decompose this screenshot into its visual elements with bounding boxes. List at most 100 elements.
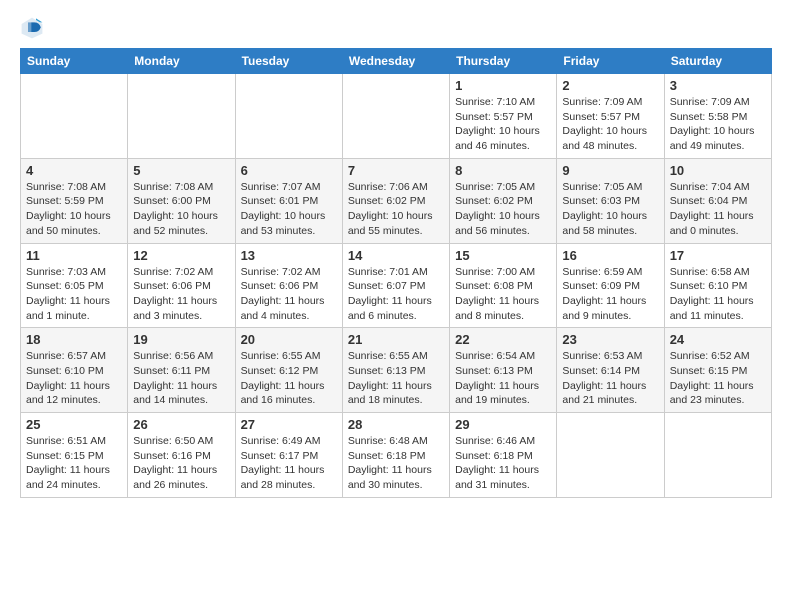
day-info: Sunrise: 6:57 AMSunset: 6:10 PMDaylight:… — [26, 349, 122, 408]
calendar-cell: 2Sunrise: 7:09 AMSunset: 5:57 PMDaylight… — [557, 74, 664, 159]
day-info: Sunrise: 7:08 AMSunset: 6:00 PMDaylight:… — [133, 180, 229, 239]
page-header — [20, 16, 772, 40]
calendar-cell: 19 Sunrise: 6:56 AMSunset: 6:11 PMDayligh… — [128, 328, 235, 413]
logo — [20, 16, 48, 40]
calendar-cell — [664, 413, 771, 498]
day-number: 20 — [241, 332, 337, 347]
day-info: Sunrise: 7:04 AMSunset: 6:04 PMDaylight:… — [670, 180, 766, 239]
calendar-cell: 18 Sunrise: 6:57 AMSunset: 6:10 PMDayligh… — [21, 328, 128, 413]
day-info: Sunrise: 6:58 AMSunset: 6:10 PMDaylight:… — [670, 265, 766, 324]
day-number: 22 — [455, 332, 551, 347]
day-info: Sunrise: 7:10 AMSunset: 5:57 PMDaylight:… — [455, 95, 551, 154]
calendar-cell: 28 Sunrise: 6:48 AMSunset: 6:18 PMDayligh… — [342, 413, 449, 498]
calendar-row-week-3: 11 Sunrise: 7:03 AMSunset: 6:05 PMDayligh… — [21, 243, 772, 328]
day-number: 8 — [455, 163, 551, 178]
day-number: 17 — [670, 248, 766, 263]
calendar-cell: 22 Sunrise: 6:54 AMSunset: 6:13 PMDayligh… — [450, 328, 557, 413]
day-info: Sunrise: 6:46 AMSunset: 6:18 PMDaylight:… — [455, 434, 551, 493]
day-info: Sunrise: 6:55 AMSunset: 6:13 PMDaylight:… — [348, 349, 444, 408]
day-info: Sunrise: 7:05 AMSunset: 6:02 PMDaylight:… — [455, 180, 551, 239]
day-info: Sunrise: 7:09 AMSunset: 5:58 PMDaylight:… — [670, 95, 766, 154]
day-info: Sunrise: 6:55 AMSunset: 6:12 PMDaylight:… — [241, 349, 337, 408]
day-number: 19 — [133, 332, 229, 347]
column-header-sunday: Sunday — [21, 49, 128, 74]
calendar-cell: 25Sunrise: 6:51 AMSunset: 6:15 PMDayligh… — [21, 413, 128, 498]
day-info: Sunrise: 7:02 AMSunset: 6:06 PMDaylight:… — [241, 265, 337, 324]
calendar-cell — [557, 413, 664, 498]
day-number: 28 — [348, 417, 444, 432]
calendar-cell: 21 Sunrise: 6:55 AMSunset: 6:13 PMDayligh… — [342, 328, 449, 413]
calendar-cell: 24 Sunrise: 6:52 AMSunset: 6:15 PMDayligh… — [664, 328, 771, 413]
day-info: Sunrise: 7:02 AMSunset: 6:06 PMDaylight:… — [133, 265, 229, 324]
calendar-row-week-1: 1 Sunrise: 7:10 AMSunset: 5:57 PMDaylight… — [21, 74, 772, 159]
calendar-cell: 12 Sunrise: 7:02 AMSunset: 6:06 PMDayligh… — [128, 243, 235, 328]
calendar-cell: 3Sunrise: 7:09 AMSunset: 5:58 PMDaylight… — [664, 74, 771, 159]
calendar-cell: 11 Sunrise: 7:03 AMSunset: 6:05 PMDayligh… — [21, 243, 128, 328]
day-number: 7 — [348, 163, 444, 178]
calendar-cell: 1 Sunrise: 7:10 AMSunset: 5:57 PMDaylight… — [450, 74, 557, 159]
day-number: 24 — [670, 332, 766, 347]
day-number: 10 — [670, 163, 766, 178]
day-info: Sunrise: 6:50 AMSunset: 6:16 PMDaylight:… — [133, 434, 229, 493]
day-info: Sunrise: 6:48 AMSunset: 6:18 PMDaylight:… — [348, 434, 444, 493]
calendar-cell: 16Sunrise: 6:59 AMSunset: 6:09 PMDayligh… — [557, 243, 664, 328]
column-header-wednesday: Wednesday — [342, 49, 449, 74]
calendar-cell: 17 Sunrise: 6:58 AMSunset: 6:10 PMDayligh… — [664, 243, 771, 328]
day-number: 9 — [562, 163, 658, 178]
day-info: Sunrise: 7:01 AMSunset: 6:07 PMDaylight:… — [348, 265, 444, 324]
day-number: 4 — [26, 163, 122, 178]
calendar-cell: 6 Sunrise: 7:07 AMSunset: 6:01 PMDaylight… — [235, 158, 342, 243]
calendar-cell: 29Sunrise: 6:46 AMSunset: 6:18 PMDayligh… — [450, 413, 557, 498]
column-header-tuesday: Tuesday — [235, 49, 342, 74]
calendar-header-row: SundayMondayTuesdayWednesdayThursdayFrid… — [21, 49, 772, 74]
day-number: 27 — [241, 417, 337, 432]
calendar-row-week-2: 4 Sunrise: 7:08 AMSunset: 5:59 PMDaylight… — [21, 158, 772, 243]
day-number: 23 — [562, 332, 658, 347]
day-info: Sunrise: 7:09 AMSunset: 5:57 PMDaylight:… — [562, 95, 658, 154]
day-number: 12 — [133, 248, 229, 263]
day-number: 6 — [241, 163, 337, 178]
calendar-cell: 9Sunrise: 7:05 AMSunset: 6:03 PMDaylight… — [557, 158, 664, 243]
day-number: 14 — [348, 248, 444, 263]
calendar-cell — [128, 74, 235, 159]
day-info: Sunrise: 6:53 AMSunset: 6:14 PMDaylight:… — [562, 349, 658, 408]
logo-icon — [20, 16, 44, 40]
calendar-cell: 7 Sunrise: 7:06 AMSunset: 6:02 PMDaylight… — [342, 158, 449, 243]
day-info: Sunrise: 7:07 AMSunset: 6:01 PMDaylight:… — [241, 180, 337, 239]
calendar-cell: 15 Sunrise: 7:00 AMSunset: 6:08 PMDayligh… — [450, 243, 557, 328]
day-info: Sunrise: 7:00 AMSunset: 6:08 PMDaylight:… — [455, 265, 551, 324]
calendar-table: SundayMondayTuesdayWednesdayThursdayFrid… — [20, 48, 772, 498]
day-info: Sunrise: 6:56 AMSunset: 6:11 PMDaylight:… — [133, 349, 229, 408]
column-header-saturday: Saturday — [664, 49, 771, 74]
calendar-row-week-4: 18 Sunrise: 6:57 AMSunset: 6:10 PMDayligh… — [21, 328, 772, 413]
day-number: 21 — [348, 332, 444, 347]
day-number: 11 — [26, 248, 122, 263]
day-info: Sunrise: 7:03 AMSunset: 6:05 PMDaylight:… — [26, 265, 122, 324]
day-number: 18 — [26, 332, 122, 347]
day-number: 15 — [455, 248, 551, 263]
calendar-cell: 4 Sunrise: 7:08 AMSunset: 5:59 PMDaylight… — [21, 158, 128, 243]
day-info: Sunrise: 6:51 AMSunset: 6:15 PMDaylight:… — [26, 434, 122, 493]
calendar-cell — [342, 74, 449, 159]
day-number: 1 — [455, 78, 551, 93]
calendar-cell: 27Sunrise: 6:49 AMSunset: 6:17 PMDayligh… — [235, 413, 342, 498]
calendar-cell: 23 Sunrise: 6:53 AMSunset: 6:14 PMDayligh… — [557, 328, 664, 413]
day-info: Sunrise: 6:59 AMSunset: 6:09 PMDaylight:… — [562, 265, 658, 324]
calendar-cell — [235, 74, 342, 159]
day-number: 26 — [133, 417, 229, 432]
column-header-friday: Friday — [557, 49, 664, 74]
day-info: Sunrise: 7:06 AMSunset: 6:02 PMDaylight:… — [348, 180, 444, 239]
calendar-cell: 13 Sunrise: 7:02 AMSunset: 6:06 PMDayligh… — [235, 243, 342, 328]
calendar-cell: 5Sunrise: 7:08 AMSunset: 6:00 PMDaylight… — [128, 158, 235, 243]
column-header-thursday: Thursday — [450, 49, 557, 74]
calendar-cell: 14 Sunrise: 7:01 AMSunset: 6:07 PMDayligh… — [342, 243, 449, 328]
calendar-row-week-5: 25Sunrise: 6:51 AMSunset: 6:15 PMDayligh… — [21, 413, 772, 498]
calendar-cell — [21, 74, 128, 159]
day-info: Sunrise: 6:54 AMSunset: 6:13 PMDaylight:… — [455, 349, 551, 408]
calendar-cell: 8 Sunrise: 7:05 AMSunset: 6:02 PMDaylight… — [450, 158, 557, 243]
day-info: Sunrise: 7:08 AMSunset: 5:59 PMDaylight:… — [26, 180, 122, 239]
day-info: Sunrise: 6:52 AMSunset: 6:15 PMDaylight:… — [670, 349, 766, 408]
day-number: 13 — [241, 248, 337, 263]
calendar-cell: 20 Sunrise: 6:55 AMSunset: 6:12 PMDayligh… — [235, 328, 342, 413]
calendar-cell: 10 Sunrise: 7:04 AMSunset: 6:04 PMDayligh… — [664, 158, 771, 243]
